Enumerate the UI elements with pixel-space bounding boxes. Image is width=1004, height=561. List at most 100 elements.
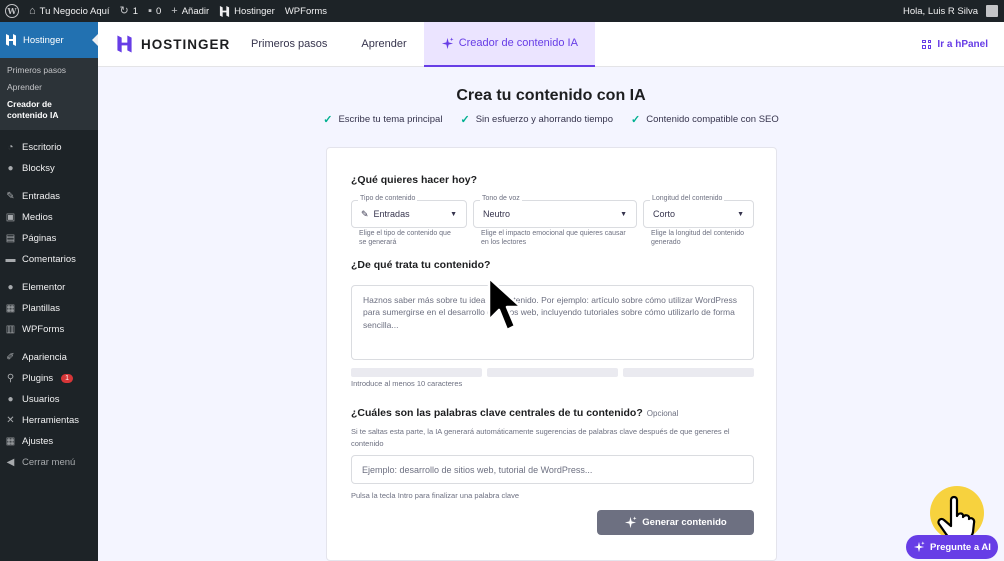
question-keywords: ¿Cuáles son las palabras clave centrales… (351, 407, 678, 419)
sidebar-item-wpforms[interactable]: ▥ WPForms (0, 319, 98, 340)
plugins-icon: ⚲ (6, 372, 15, 384)
sidebar-item-plantillas[interactable]: ▦ Plantillas (0, 298, 98, 319)
check-icon: ✓ (460, 114, 470, 126)
comments-link[interactable]: ▪ 0 (143, 0, 166, 22)
tools-icon: ✕ (6, 414, 15, 426)
sparkle-icon (913, 541, 925, 553)
chevron-down-icon: ▼ (737, 210, 744, 218)
sidebar-item-elementor[interactable]: ● Elementor (0, 277, 98, 298)
collapse-menu-button[interactable]: ◀ Cerrar menú (0, 452, 98, 473)
wpforms-label: WPForms (284, 5, 328, 17)
appearance-icon: ✐ (6, 351, 15, 363)
wordpress-logo-button[interactable]: W (0, 0, 24, 22)
media-icon: ▣ (5, 211, 16, 223)
pages-icon: ▤ (5, 232, 16, 244)
feature-label: Contenido compatible con SEO (646, 114, 779, 125)
question-topic: ¿De qué trata tu contenido? (351, 259, 491, 271)
sparkle-icon (625, 516, 637, 529)
submenu-creador-ia[interactable]: Creador de contenido IA (0, 96, 98, 124)
sidebar-item-paginas[interactable]: ▤ Páginas (0, 228, 98, 249)
generate-content-button[interactable]: Generar contenido (597, 510, 754, 535)
plus-icon: + (171, 4, 178, 17)
length-select[interactable]: Longitud del contenido Corto ▼ (643, 195, 754, 228)
sidebar-item-hostinger[interactable]: Hostinger (0, 22, 98, 58)
sidebar-item-label: WPForms (22, 324, 65, 336)
hostinger-submenu: Primeros pasos Aprender Creador de conte… (0, 58, 98, 131)
sidebar-item-label: Blocksy (22, 163, 55, 175)
content-type-select[interactable]: Tipo de contenido ✎ Entradas ▼ (351, 195, 467, 228)
tab-label: Aprender (361, 38, 407, 50)
wpforms-adminbar-link[interactable]: WPForms (280, 0, 332, 22)
keywords-input[interactable]: Ejemplo: desarrollo de sitios web, tutor… (351, 455, 754, 484)
strength-meter-segment (351, 368, 482, 377)
sidebar-item-label: Herramientas (22, 415, 80, 427)
sidebar-item-entradas[interactable]: ✎ Entradas (0, 186, 98, 207)
hostinger-brand: HOSTINGER (116, 35, 234, 53)
updates-link[interactable]: ↻ 1 (115, 0, 144, 22)
templates-icon: ▦ (5, 302, 16, 314)
account-menu[interactable]: Hola, Luis R Silva (898, 0, 1004, 22)
length-label: Longitud del contenido (650, 195, 725, 202)
elementor-icon: ● (7, 281, 14, 293)
sidebar-item-plugins[interactable]: ⚲ Plugins 1 (0, 368, 98, 389)
generate-label: Generar contenido (642, 517, 727, 528)
strength-meter-segment (623, 368, 754, 377)
length-value: Corto (653, 209, 676, 219)
feature-check: ✓ Sin esfuerzo y ahorrando tiempo (460, 113, 613, 126)
chevron-down-icon: ▼ (450, 210, 457, 218)
sidebar-item-label: Plantillas (22, 303, 61, 315)
tab-creador-ia[interactable]: Creador de contenido IA (423, 21, 595, 67)
sidebar-item-ajustes[interactable]: ▦ Ajustes (0, 431, 98, 452)
sparkle-icon (441, 36, 454, 49)
sidebar-item-comentarios[interactable]: ▬ Comentarios (0, 249, 98, 270)
comments-icon: ▬ (5, 253, 16, 265)
sidebar-item-label: Usuarios (22, 394, 60, 406)
site-name-link[interactable]: ⌂ Tu Negocio Aquí (24, 0, 115, 22)
sidebar-item-label: Páginas (22, 233, 57, 245)
content-form-card: ¿Qué quieres hacer hoy? Tipo de contenid… (326, 147, 777, 561)
add-new-link[interactable]: + Añadir (166, 0, 214, 22)
refresh-icon: ↻ (119, 4, 129, 17)
main-content: Crea tu contenido con IA ✓ Escribe tu tem… (98, 67, 1004, 561)
feature-checks: ✓ Escribe tu tema principal ✓ Sin esfuerzo… (98, 113, 1004, 126)
sidebar-item-label: Elementor (22, 282, 66, 294)
tab-label: Primeros pasos (251, 38, 328, 50)
hostinger-adminbar-link[interactable]: Hostinger (214, 0, 280, 22)
chevron-down-icon: ▼ (620, 210, 627, 218)
min-chars-hint: Introduce al menos 10 caracteres (351, 379, 463, 388)
sidebar-item-blocksy[interactable]: ● Blocksy (0, 158, 98, 179)
sidebar-item-herramientas[interactable]: ✕ Herramientas (0, 410, 98, 431)
tab-aprender[interactable]: Aprender (344, 22, 423, 67)
check-icon: ✓ (631, 114, 641, 126)
mouse-pointer-icon (487, 276, 523, 332)
add-new-label: Añadir (181, 5, 210, 17)
feature-check: ✓ Escribe tu tema principal (323, 113, 442, 126)
hpanel-link[interactable]: Ir a hPanel (922, 39, 988, 50)
collapse-icon: ◀ (6, 456, 15, 468)
sidebar-item-usuarios[interactable]: ● Usuarios (0, 389, 98, 410)
ask-ai-label: Pregunte a AI (930, 541, 991, 553)
ask-ai-button[interactable]: Pregunte a AI (906, 535, 998, 559)
topic-textarea[interactable]: Haznos saber más sobre tu idea de conten… (351, 285, 754, 360)
dashboard-icon: ◔ (7, 141, 14, 153)
check-icon: ✓ (323, 114, 333, 126)
plugins-update-badge: 1 (61, 374, 74, 384)
content-type-value: Entradas (373, 209, 410, 219)
submenu-primeros-pasos[interactable]: Primeros pasos (0, 62, 98, 79)
hostinger-icon (220, 5, 230, 17)
admin-sidebar: Hostinger Primeros pasos Aprender Creado… (0, 22, 98, 561)
submenu-aprender[interactable]: Aprender (0, 79, 98, 96)
home-icon: ⌂ (29, 4, 36, 17)
comments-count: 0 (155, 5, 162, 17)
tone-select[interactable]: Tono de voz Neutro ▼ (473, 195, 637, 228)
sidebar-item-medios[interactable]: ▣ Medios (0, 207, 98, 228)
sidebar-item-label: Plugins (22, 373, 54, 385)
tab-primeros-pasos[interactable]: Primeros pasos (234, 22, 344, 67)
sidebar-item-escritorio[interactable]: ◔ Escritorio (0, 137, 98, 158)
users-icon: ● (7, 393, 14, 405)
question-what-to-do: ¿Qué quieres hacer hoy? (351, 174, 478, 186)
greeting: Hola, Luis R Silva (903, 5, 978, 17)
strength-meter-segment (487, 368, 618, 377)
feature-label: Escribe tu tema principal (338, 114, 443, 125)
sidebar-item-apariencia[interactable]: ✐ Apariencia (0, 347, 98, 368)
